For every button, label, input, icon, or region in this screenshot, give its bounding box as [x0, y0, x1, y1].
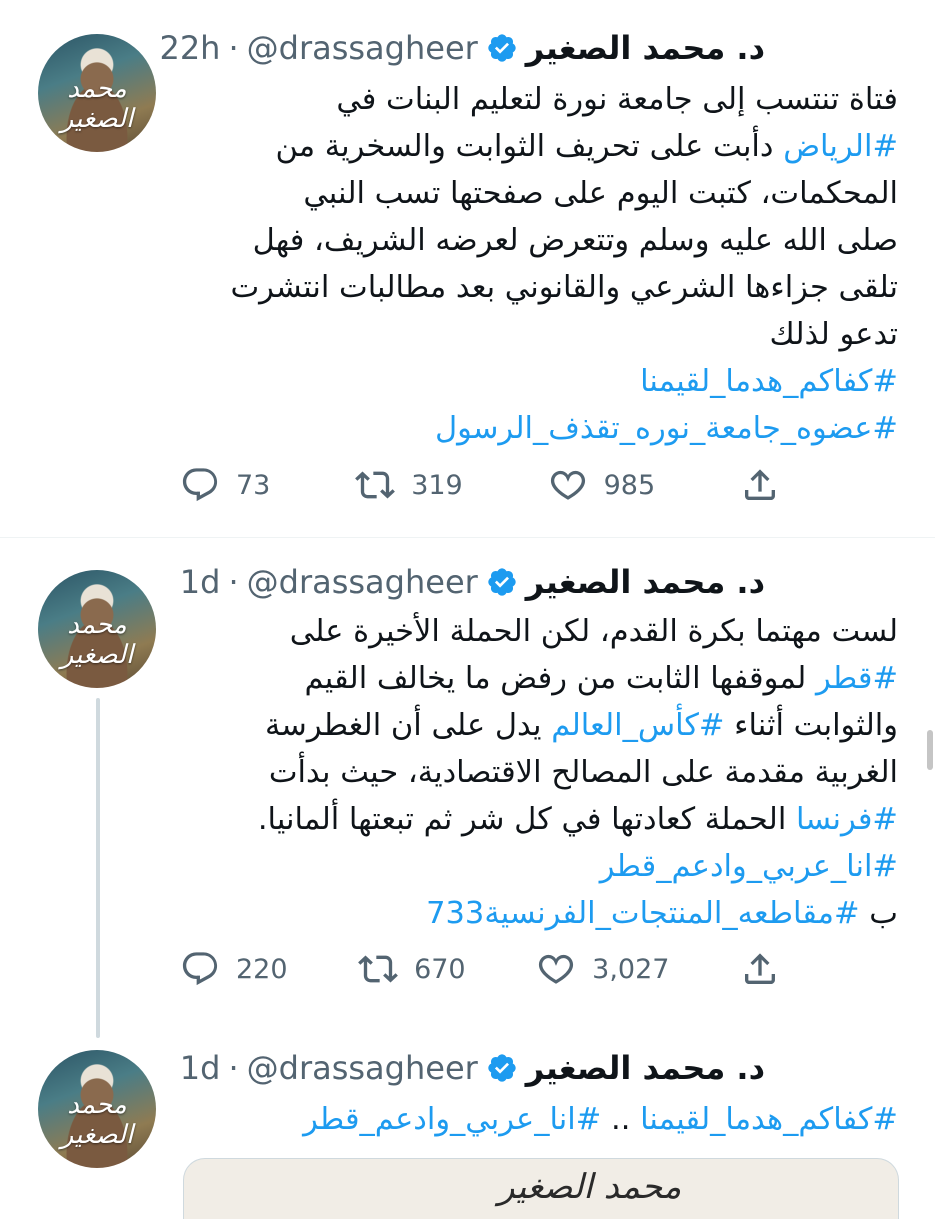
hashtag-link[interactable]: #عضوه_جامعة_نوره_تقذف_الرسول [435, 411, 898, 446]
share-button[interactable] [740, 465, 780, 505]
like-button[interactable]: 3,027 [536, 949, 669, 989]
hashtag-link[interactable]: #كفاكم_هدما_لقيمنا [640, 364, 898, 399]
tweet-text-line: المحكمات، كتبت اليوم على صفحتها تسب النب… [178, 170, 898, 217]
separator-dot: · [228, 1049, 239, 1087]
share-upload-icon [744, 469, 775, 500]
author-avatar[interactable]: محمد الصغير [38, 34, 156, 152]
hashtag-link[interactable]: #الرياض [783, 129, 898, 164]
tweet-text-line: تلقى جزاءها الشرعي والقانوني بعد مطالبات… [178, 264, 898, 311]
tweet-header: د. محمد الصغير @drassagheer · 22h [159, 28, 765, 68]
retweet-count: 319 [411, 469, 463, 501]
author-avatar[interactable]: محمد الصغير [38, 570, 156, 688]
reply-count: 73 [236, 469, 271, 501]
tweet-time[interactable]: 22h [159, 28, 220, 68]
tweet-text-run: تدعو لذلك [769, 317, 898, 352]
thread-connector-line [96, 698, 100, 1038]
reply-count: 220 [236, 953, 288, 985]
tweet-text-line: تدعو لذلك [178, 311, 898, 358]
tweet-text-line: والثوابت أثناء #كأس_العالم يدل على أن ال… [178, 702, 898, 749]
author-avatar[interactable]: محمد الصغير [38, 1050, 156, 1168]
tweet-text-line: الغربية مقدمة على المصالح الاقتصادية، حي… [178, 749, 898, 796]
share-button[interactable] [740, 949, 780, 989]
tweet-text-run: .. [601, 1102, 641, 1137]
tweet-text-run: فتاة تنتسب إلى جامعة نورة لتعليم البنات … [336, 82, 898, 117]
avatar-signature: محمد الصغير [60, 74, 134, 134]
tweet-text: فتاة تنتسب إلى جامعة نورة لتعليم البنات … [178, 76, 898, 452]
tweet-media-image[interactable]: محمد الصغير [183, 1158, 899, 1219]
action-bar: 220 670 3,027 [180, 944, 780, 994]
tweet-text-line: لست مهتما بكرة القدم، لكن الحملة الأخيرة… [178, 608, 898, 655]
hashtag-link[interactable]: #انا_عربي_وادعم_قطر [303, 1102, 601, 1137]
tweet-text-line: #فرنسا الحملة كعادتها في كل شر ثم تبعتها… [178, 796, 898, 843]
tweet-text-run: يدل على أن الغطرسة [264, 708, 552, 743]
author-name[interactable]: د. محمد الصغير [526, 562, 765, 602]
tweet-text-line: #الرياض دأبت على تحريف الثوابت والسخرية … [178, 123, 898, 170]
avatar-signature: محمد الصغير [60, 610, 134, 670]
hashtag-link[interactable]: #كفاكم_هدما_لقيمنا [640, 1102, 898, 1137]
hashtag-link[interactable]: #انا_عربي_وادعم_قطر [600, 849, 898, 884]
retweet-button[interactable]: 319 [355, 465, 463, 505]
scrollbar-thumb[interactable] [927, 730, 933, 770]
separator-dot: · [228, 29, 239, 67]
tweet-text-run: ب [859, 896, 898, 931]
media-signature-text: محمد الصغير [498, 1167, 682, 1207]
verified-badge-icon [486, 566, 518, 598]
tweet-text-line: ب #مقاطعه_المنتجات_الفرنسية733 [178, 890, 898, 937]
verified-badge-icon [486, 32, 518, 64]
author-handle[interactable]: @drassagheer [247, 1048, 478, 1088]
tweet-text: #كفاكم_هدما_لقيمنا .. #انا_عربي_وادعم_قط… [178, 1096, 898, 1143]
reply-button[interactable]: 73 [180, 465, 270, 505]
retweet-arrows-icon [355, 471, 396, 499]
tweet-time[interactable]: 1d [180, 1048, 221, 1088]
verified-badge-icon [486, 1052, 518, 1084]
tweet-text-run: دأبت على تحريف الثوابت والسخرية من [275, 129, 784, 164]
author-name[interactable]: د. محمد الصغير [526, 1048, 765, 1088]
action-bar: 73 319 985 [180, 460, 780, 510]
author-handle[interactable]: @drassagheer [247, 562, 478, 602]
tweet-text-run: الغربية مقدمة على المصالح الاقتصادية، حي… [268, 755, 898, 790]
tweet-text-line: فتاة تنتسب إلى جامعة نورة لتعليم البنات … [178, 76, 898, 123]
retweet-button[interactable]: 670 [358, 949, 466, 989]
tweet-divider [0, 537, 935, 538]
tweet-text-line: #عضوه_جامعة_نوره_تقذف_الرسول [178, 405, 898, 452]
author-name[interactable]: د. محمد الصغير [526, 28, 765, 68]
tweet-text-line: #انا_عربي_وادعم_قطر [178, 843, 898, 890]
like-count: 985 [603, 469, 656, 501]
hashtag-link[interactable]: #كأس_العالم [551, 708, 724, 743]
reply-button[interactable]: 220 [180, 949, 288, 989]
tweet-text-line: #كفاكم_هدما_لقيمنا [178, 358, 898, 405]
hashtag-link[interactable]: #فرنسا [796, 802, 898, 837]
heart-icon [539, 954, 574, 984]
tweet-text-line: صلى الله عليه وسلم وتتعرض لعرضه الشريف، … [178, 217, 898, 264]
speech-bubble-icon [182, 952, 218, 986]
tweet-text-line: #كفاكم_هدما_لقيمنا .. #انا_عربي_وادعم_قط… [178, 1096, 898, 1143]
avatar-signature: محمد الصغير [60, 1090, 134, 1150]
tweet-text-line: #قطر لموقفها الثابت من رفض ما يخالف القي… [178, 655, 899, 702]
tweet-text-run: لموقفها الثابت من رفض ما يخالف القيم [304, 661, 817, 696]
tweet-text: لست مهتما بكرة القدم، لكن الحملة الأخيرة… [178, 608, 898, 937]
tweet-text-run: تلقى جزاءها الشرعي والقانوني بعد مطالبات… [230, 270, 898, 305]
like-button[interactable]: 985 [548, 465, 656, 505]
separator-dot: · [228, 563, 239, 601]
tweet-text-run: الحملة كعادتها في كل شر ثم تبعتها ألماني… [257, 802, 797, 837]
tweet-text-run: المحكمات، كتبت اليوم على صفحتها تسب النب… [303, 176, 898, 211]
hashtag-link[interactable]: #مقاطعه_المنتجات_الفرنسية733 [426, 896, 859, 931]
retweet-arrows-icon [358, 955, 398, 983]
author-handle[interactable]: @drassagheer [247, 28, 478, 68]
like-count: 3,027 [592, 953, 670, 985]
tweet-header: د. محمد الصغير @drassagheer · 1d [180, 562, 765, 602]
tweet-time[interactable]: 1d [180, 562, 221, 602]
tweet-text-run: والثوابت أثناء [724, 708, 898, 743]
speech-bubble-icon [182, 468, 218, 502]
tweet-header: د. محمد الصغير @drassagheer · 1d [180, 1048, 765, 1088]
heart-icon [550, 470, 585, 500]
share-upload-icon [744, 953, 775, 984]
hashtag-link[interactable]: #قطر [816, 661, 898, 696]
tweet-text-run: صلى الله عليه وسلم وتتعرض لعرضه الشريف، … [252, 223, 898, 258]
tweet-text-run: لست مهتما بكرة القدم، لكن الحملة الأخيرة… [289, 614, 898, 649]
retweet-count: 670 [414, 953, 466, 985]
